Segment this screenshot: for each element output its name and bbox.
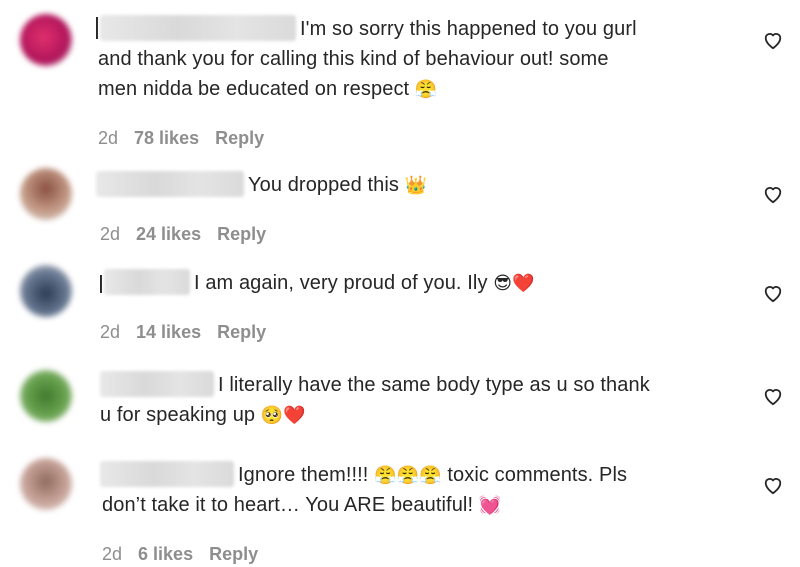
heart-outline-icon[interactable] bbox=[762, 386, 784, 406]
reply-button[interactable]: Reply bbox=[217, 322, 266, 342]
comment-time[interactable]: 2d bbox=[98, 128, 118, 148]
text-cursor bbox=[96, 17, 98, 39]
comment-text: I literally have the same body type as u… bbox=[218, 374, 650, 396]
text-cursor bbox=[100, 275, 102, 293]
comment-text: u for speaking up bbox=[100, 404, 256, 426]
comment-time[interactable]: 2d bbox=[100, 322, 120, 342]
emoji: 😎❤️ bbox=[493, 273, 535, 294]
emoji: 👑 bbox=[404, 175, 428, 196]
emoji: 💓 bbox=[478, 495, 502, 516]
avatar[interactable] bbox=[20, 14, 72, 66]
heart-outline-icon[interactable] bbox=[762, 283, 784, 303]
heart-outline-icon[interactable] bbox=[762, 475, 784, 495]
likes-count[interactable]: 14 likes bbox=[136, 322, 201, 342]
avatar[interactable] bbox=[20, 458, 72, 510]
comment-text: men nidda be educated on respect bbox=[98, 78, 410, 100]
reply-button[interactable]: Reply bbox=[209, 544, 258, 564]
username-blurred[interactable] bbox=[100, 371, 214, 397]
comment-time[interactable]: 2d bbox=[100, 224, 120, 244]
likes-count[interactable]: 78 likes bbox=[134, 128, 199, 148]
comment-text: I'm so sorry this happened to you gurl bbox=[300, 18, 637, 40]
comment-text: don’t take it to heart… You ARE beautifu… bbox=[102, 494, 474, 516]
comment-text: You dropped this bbox=[248, 174, 399, 196]
likes-count[interactable]: 24 likes bbox=[136, 224, 201, 244]
username-blurred[interactable] bbox=[104, 269, 190, 295]
comment-time[interactable]: 2d bbox=[102, 544, 122, 564]
avatar[interactable] bbox=[20, 168, 72, 220]
emoji: 🥺❤️ bbox=[260, 405, 306, 426]
emoji: 😤 bbox=[414, 79, 438, 100]
comment-text: Ignore them!!!! bbox=[238, 464, 369, 486]
heart-outline-icon[interactable] bbox=[762, 184, 784, 204]
avatar[interactable] bbox=[20, 370, 72, 422]
username-blurred[interactable] bbox=[96, 171, 244, 197]
emoji: 😤😤😤 bbox=[374, 465, 442, 486]
heart-outline-icon[interactable] bbox=[762, 30, 784, 50]
comment-text: and thank you for calling this kind of b… bbox=[98, 48, 609, 70]
reply-button[interactable]: Reply bbox=[217, 224, 266, 244]
likes-count[interactable]: 6 likes bbox=[138, 544, 193, 564]
reply-button[interactable]: Reply bbox=[215, 128, 264, 148]
username-blurred[interactable] bbox=[100, 461, 234, 487]
username-blurred[interactable] bbox=[100, 15, 296, 41]
comment-text: I am again, very proud of you. Ily bbox=[194, 272, 488, 294]
comment-text: toxic comments. Pls bbox=[447, 464, 628, 486]
avatar[interactable] bbox=[20, 265, 72, 317]
